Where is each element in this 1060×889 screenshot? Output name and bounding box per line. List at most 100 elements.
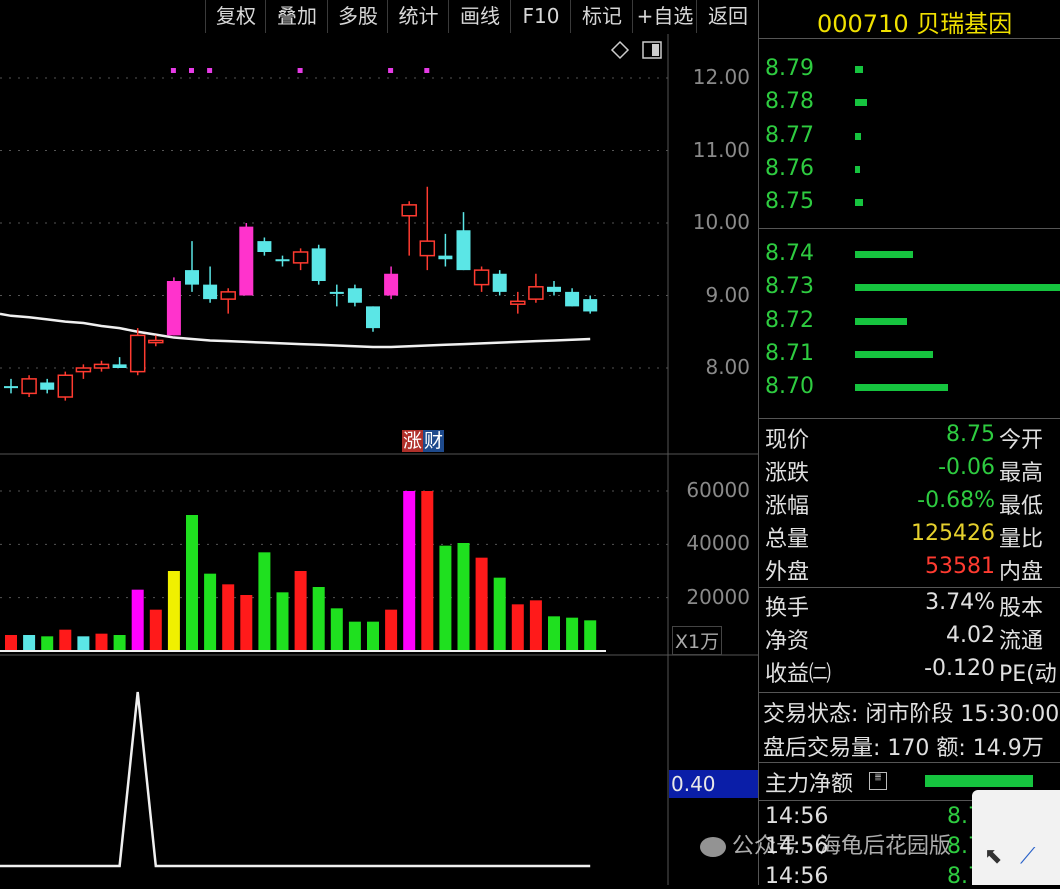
candle-body[interactable] xyxy=(492,273,507,292)
quote-label-2: PE(动 xyxy=(999,662,1057,687)
candle-body[interactable] xyxy=(239,226,254,296)
candle-body[interactable] xyxy=(21,378,37,395)
quote-label-2: 内盘 xyxy=(999,560,1044,585)
candle-body[interactable] xyxy=(185,270,199,285)
cursor-icon[interactable]: ⬉ xyxy=(984,844,1002,869)
list-icon[interactable]: ≡ ≡ xyxy=(869,771,887,790)
candle-body[interactable] xyxy=(129,334,146,373)
volume-bar[interactable] xyxy=(77,636,90,651)
wechat-icon xyxy=(700,837,726,857)
ask-price: 8.76 xyxy=(765,155,814,181)
diamond-icon[interactable] xyxy=(610,40,630,60)
volume-bar[interactable] xyxy=(348,621,361,651)
volume-bar[interactable] xyxy=(41,636,54,651)
candle-body[interactable] xyxy=(220,291,236,300)
candle-body[interactable] xyxy=(528,286,544,300)
volume-bar[interactable] xyxy=(59,629,72,651)
quote-label-2: 最高 xyxy=(999,461,1044,486)
volume-axis-label: 60000 xyxy=(686,478,750,502)
volume-bar[interactable] xyxy=(439,545,452,651)
floating-toolbox[interactable]: ⬉ ⟋ xyxy=(972,790,1060,885)
volume-bar[interactable] xyxy=(95,633,108,651)
candle-body[interactable] xyxy=(347,288,362,303)
volume-bar[interactable] xyxy=(240,595,253,651)
volume-bar[interactable] xyxy=(312,587,325,651)
volume-bar[interactable] xyxy=(222,584,235,651)
volume-bar[interactable] xyxy=(566,617,579,651)
toolbar-button-1[interactable]: 叠加 xyxy=(265,0,328,33)
volume-bar[interactable] xyxy=(167,571,180,651)
volume-bar[interactable] xyxy=(493,577,506,651)
candle-body[interactable] xyxy=(401,204,417,217)
volume-bar[interactable] xyxy=(548,616,560,651)
candle-body[interactable] xyxy=(203,284,218,300)
candle-body[interactable] xyxy=(384,273,399,296)
quote-value: 53581 xyxy=(925,554,995,579)
quote-label: 涨跌 xyxy=(765,461,810,486)
volume-bar[interactable] xyxy=(294,571,307,651)
volume-bar[interactable] xyxy=(385,609,398,651)
candle-body[interactable] xyxy=(419,240,436,257)
toolbar-button-4[interactable]: 画线 xyxy=(448,0,511,33)
candle-body[interactable] xyxy=(510,300,526,305)
candle-body[interactable] xyxy=(583,299,598,312)
candle-body[interactable] xyxy=(93,363,110,369)
candle-body[interactable] xyxy=(366,306,380,329)
volume-bar[interactable] xyxy=(131,589,144,651)
volume-bar[interactable] xyxy=(330,608,343,651)
volume-bar[interactable] xyxy=(23,635,36,651)
volume-bar[interactable] xyxy=(403,491,416,651)
candle-body[interactable] xyxy=(112,364,127,368)
toolbar-button-0[interactable]: 复权 xyxy=(205,0,266,33)
toolbar-button-7[interactable]: +自选 xyxy=(632,0,697,33)
toolbar-button-6[interactable]: 标记 xyxy=(570,0,633,33)
draw-line-icon[interactable]: ⟋ xyxy=(1020,844,1035,869)
ma-line xyxy=(0,312,591,349)
candle-body[interactable] xyxy=(257,241,272,252)
kline-chart[interactable] xyxy=(0,34,758,885)
ask-volume-bar xyxy=(855,99,868,107)
volume-bar[interactable] xyxy=(149,609,162,651)
candle-body[interactable] xyxy=(456,230,471,271)
candle-body[interactable] xyxy=(148,339,164,344)
candle-body[interactable] xyxy=(275,259,290,262)
candle-body[interactable] xyxy=(565,291,580,307)
candle-body[interactable] xyxy=(166,281,181,336)
volume-bar[interactable] xyxy=(113,635,126,651)
volume-bar[interactable] xyxy=(584,620,597,651)
candle-body[interactable] xyxy=(311,248,326,281)
bid-volume-bar xyxy=(855,317,907,325)
toolbar-button-3[interactable]: 统计 xyxy=(387,0,449,33)
candle-body[interactable] xyxy=(75,367,92,373)
volume-bar[interactable] xyxy=(475,557,488,651)
badge-finance: 财 xyxy=(423,430,445,452)
signal-dot xyxy=(207,68,213,73)
volume-bar[interactable] xyxy=(5,635,17,651)
candle-body[interactable] xyxy=(473,269,490,286)
candle-body[interactable] xyxy=(329,291,344,294)
candle-body[interactable] xyxy=(292,251,309,264)
candle-body[interactable] xyxy=(57,374,74,398)
volume-bar[interactable] xyxy=(258,552,271,651)
bid-price: 8.70 xyxy=(765,374,814,400)
volume-bar[interactable] xyxy=(204,573,217,651)
bid-volume-bar xyxy=(855,284,1060,292)
toolbar-button-2[interactable]: 多股 xyxy=(327,0,388,33)
candle-body[interactable] xyxy=(438,255,453,260)
toolbar-button-8[interactable]: 返回 xyxy=(696,0,759,33)
volume-bar[interactable] xyxy=(511,604,524,651)
quote-value: 125426 xyxy=(911,521,995,546)
volume-bar[interactable] xyxy=(276,592,289,651)
bid-price: 8.71 xyxy=(765,340,814,366)
volume-bar[interactable] xyxy=(421,491,434,651)
volume-bar[interactable] xyxy=(186,515,198,651)
volume-bar[interactable] xyxy=(457,543,470,651)
toolbar-button-5[interactable]: F10 xyxy=(510,0,571,33)
candle-body[interactable] xyxy=(4,386,18,389)
ask-price: 8.79 xyxy=(765,56,814,81)
candle-body[interactable] xyxy=(547,286,561,292)
candle-body[interactable] xyxy=(40,382,55,390)
news-badge[interactable]: 涨财 xyxy=(402,430,445,452)
volume-bar[interactable] xyxy=(367,621,379,651)
volume-bar[interactable] xyxy=(529,600,542,651)
